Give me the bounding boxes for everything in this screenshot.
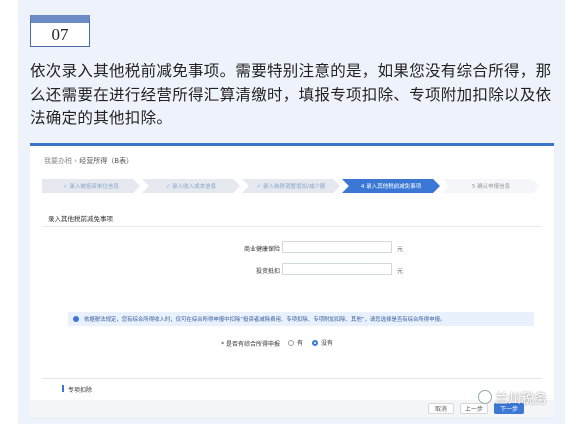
health-insurance-input[interactable] <box>282 241 392 253</box>
info-notice: 依据税法规定，您有综合所得收入时，仅可在综合所得申报中扣除“投资者减除费用、专项… <box>68 312 534 326</box>
investment-deduction-unit: 元 <box>397 268 404 275</box>
footer-bar: 取消 上一步 下一步 <box>30 400 554 417</box>
info-icon <box>73 316 79 322</box>
step-5: 5 确认申报信息 <box>442 179 540 193</box>
breadcrumb: 我要办税 › 经营所得（B表） <box>44 156 133 166</box>
step-number-badge: 07 <box>30 15 90 47</box>
special-deduction-section: 专项扣除 <box>42 378 542 397</box>
step-2: ✓ 录入收入成本信息 <box>142 179 240 193</box>
watermark-text: 兰州税务 <box>495 391 548 407</box>
investment-deduction-input[interactable] <box>282 263 392 275</box>
breadcrumb-current: 经营所得（B表） <box>79 157 134 165</box>
investment-deduction-row: 投资抵扣 元 <box>30 263 554 277</box>
account-watermark: 兰州税务 <box>478 386 547 408</box>
health-insurance-row: 商业健康保险 元 <box>30 241 554 255</box>
radio-option-yes[interactable]: 有 <box>288 338 303 347</box>
cancel-button[interactable]: 取消 <box>428 403 454 414</box>
step-1: ✓ 录入被投资单位信息 <box>42 179 140 193</box>
radio-yes-label[interactable]: 有 <box>297 338 303 347</box>
breadcrumb-home[interactable]: 我要办税 <box>44 157 72 165</box>
embedded-screenshot: 我要办税 › 经营所得（B表） ✓ 录入被投资单位信息 ✓ 录入收入成本信息 ✓… <box>30 143 554 417</box>
section-marker <box>62 385 64 392</box>
comprehensive-income-label: * 是否有综合所得申报 <box>221 341 280 348</box>
radio-yes-circle[interactable] <box>288 339 294 346</box>
step-4-active: 4 录入其他税前减免事项 <box>342 179 440 193</box>
step-progress-bar: ✓ 录入被投资单位信息 ✓ 录入收入成本信息 ✓ 录入纳税调整增加/减少额 4 … <box>42 179 542 193</box>
step-number: 07 <box>51 24 69 44</box>
step-3: ✓ 录入纳税调整增加/减少额 <box>242 179 340 193</box>
investment-deduction-label: 投资抵扣 <box>255 268 280 275</box>
intro-paragraph: 依次录入其他税前减免事项。需要特别注意的是，如果您没有综合所得，那么还需要在进行… <box>30 62 552 127</box>
radio-no-label[interactable]: 没有 <box>321 338 333 347</box>
info-notice-text: 依据税法规定，您有综合所得收入时，仅可在综合所得申报中扣除“投资者减除费用、专项… <box>84 317 446 323</box>
health-insurance-label: 商业健康保险 <box>243 246 280 253</box>
section-divider <box>42 226 542 227</box>
section-title: 录入其他税前减免事项 <box>48 215 113 223</box>
special-deduction-title: 专项扣除 <box>68 387 93 394</box>
wechat-icon <box>478 390 492 404</box>
radio-option-no[interactable]: 没有 <box>312 338 333 347</box>
breadcrumb-separator: › <box>74 157 78 165</box>
health-insurance-unit: 元 <box>397 246 404 253</box>
radio-no-circle[interactable] <box>312 339 318 346</box>
